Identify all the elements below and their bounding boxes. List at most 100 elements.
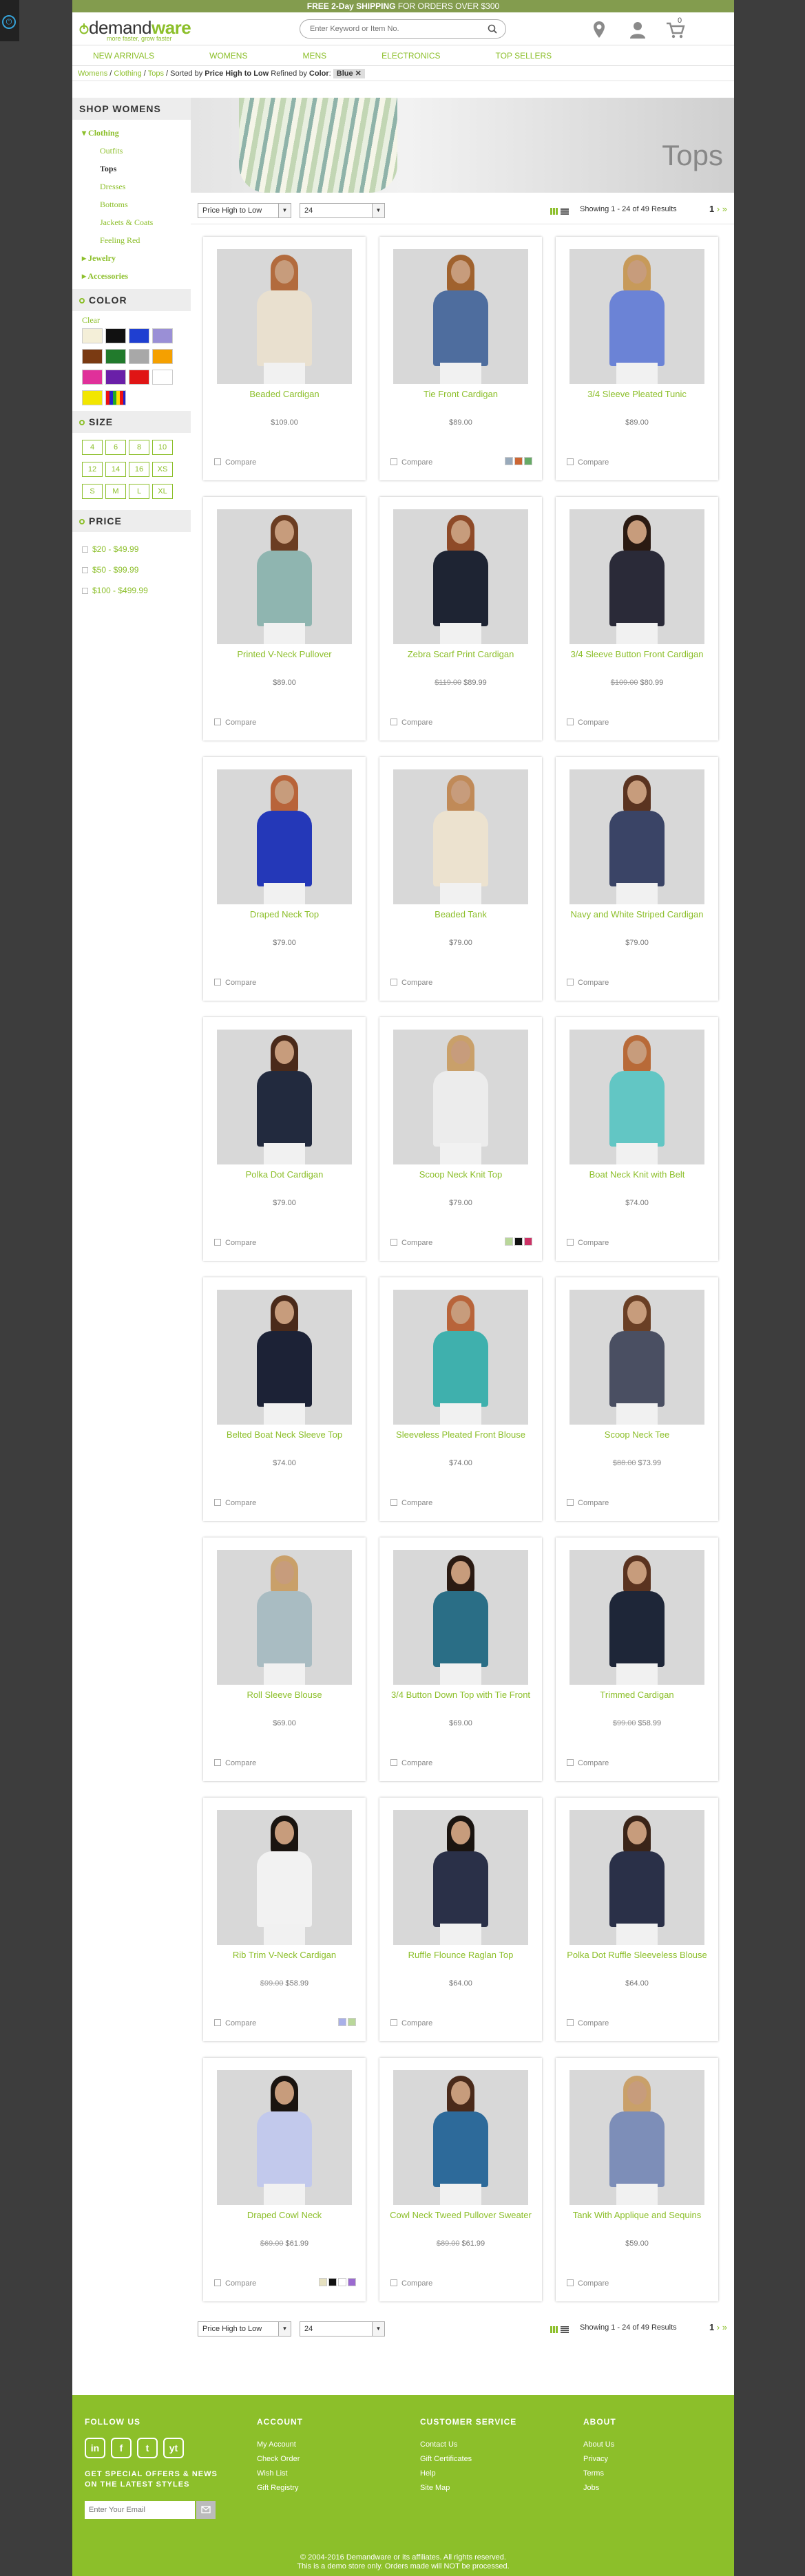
product-name[interactable]: Roll Sleeve Blouse xyxy=(210,1689,359,1701)
size-filter[interactable]: 10 xyxy=(152,440,173,455)
link-privacy[interactable]: Privacy xyxy=(583,2452,616,2467)
price-filter[interactable]: $50 - $99.99 xyxy=(82,560,191,580)
product-image[interactable] xyxy=(217,2070,352,2205)
color-swatch[interactable] xyxy=(129,349,149,364)
product-tile[interactable]: Navy and White Striped Cardigan $79.00 Com… xyxy=(556,757,718,1001)
page-size-select-bottom[interactable]: 24 ▼ xyxy=(300,2321,385,2337)
color-chip[interactable] xyxy=(524,1237,532,1246)
list-view-icon[interactable] xyxy=(561,208,569,215)
link-terms[interactable]: Terms xyxy=(583,2467,616,2481)
cat-dresses[interactable]: Dresses xyxy=(82,178,191,195)
price-filter[interactable]: $20 - $49.99 xyxy=(82,539,191,560)
product-tile[interactable]: Printed V-Neck Pullover $89.00 Compare xyxy=(203,497,366,741)
last-page-icon[interactable]: » xyxy=(722,2322,727,2332)
product-name[interactable]: Scoop Neck Knit Top xyxy=(386,1169,535,1180)
product-image[interactable] xyxy=(217,249,352,384)
product-name[interactable]: Scoop Neck Tee xyxy=(563,1429,711,1440)
color-chip[interactable] xyxy=(348,2278,356,2286)
crumb-tops[interactable]: Tops xyxy=(148,70,164,78)
color-chip[interactable] xyxy=(514,457,523,465)
product-tile[interactable]: Beaded Cardigan $109.00 Compare xyxy=(203,237,366,480)
product-name[interactable]: 3/4 Button Down Top with Tie Front xyxy=(386,1689,535,1701)
product-image[interactable] xyxy=(569,2070,704,2205)
color-chip[interactable] xyxy=(348,2018,356,2026)
color-swatch[interactable] xyxy=(105,370,126,385)
price-filter[interactable]: $100 - $499.99 xyxy=(82,580,191,601)
cat-feeling-red[interactable]: Feeling Red xyxy=(82,231,191,249)
cat-clothing[interactable]: ▾ Clothing xyxy=(82,124,191,142)
cat-tops[interactable]: Tops xyxy=(82,160,191,178)
product-image[interactable] xyxy=(393,509,528,644)
nav-womens[interactable]: WOMENS xyxy=(209,45,247,66)
facebook-icon[interactable]: f xyxy=(111,2438,132,2458)
color-chip[interactable] xyxy=(338,2278,346,2286)
color-swatch[interactable] xyxy=(82,370,103,385)
product-tile[interactable]: Draped Neck Top $79.00 Compare xyxy=(203,757,366,1001)
size-filter[interactable]: 6 xyxy=(105,440,126,455)
link-gift-registry[interactable]: Gift Registry xyxy=(257,2481,303,2495)
color-swatch[interactable] xyxy=(129,370,149,385)
account-icon[interactable] xyxy=(627,19,648,40)
product-tile[interactable]: Beaded Tank $79.00 Compare xyxy=(379,757,542,1001)
size-filter[interactable]: 12 xyxy=(82,462,103,477)
product-name[interactable]: Rib Trim V-Neck Cardigan xyxy=(210,1949,359,1961)
nav-electronics[interactable]: ELECTRONICS xyxy=(381,45,440,66)
product-image[interactable] xyxy=(393,1550,528,1685)
color-swatch[interactable] xyxy=(82,328,103,343)
compare-checkbox[interactable]: Compare xyxy=(390,2279,432,2288)
sort-select[interactable]: Price High to Low ▼ xyxy=(198,203,291,218)
product-tile[interactable]: Zebra Scarf Print Cardigan $119.00 $89.99 C… xyxy=(379,497,542,741)
product-image[interactable] xyxy=(217,769,352,904)
product-name[interactable]: Tank With Applique and Sequins xyxy=(563,2209,711,2221)
product-name[interactable]: Printed V-Neck Pullover xyxy=(210,648,359,660)
product-name[interactable]: Draped Cowl Neck xyxy=(210,2209,359,2221)
product-name[interactable]: Beaded Tank xyxy=(386,908,535,920)
crumb-clothing[interactable]: Clothing xyxy=(114,70,141,78)
color-swatch[interactable] xyxy=(152,328,173,343)
link-help[interactable]: Help xyxy=(420,2467,516,2481)
product-tile[interactable]: Rib Trim V-Neck Cardigan $99.00 $58.99 Comp… xyxy=(203,1798,366,2041)
compare-checkbox[interactable]: Compare xyxy=(214,458,256,467)
compare-checkbox[interactable]: Compare xyxy=(567,1239,609,1247)
product-image[interactable] xyxy=(393,1030,528,1164)
page-size-select[interactable]: 24 ▼ xyxy=(300,203,385,218)
product-image[interactable] xyxy=(217,1030,352,1164)
size-filter[interactable]: XL xyxy=(152,484,173,499)
linkedin-icon[interactable]: in xyxy=(85,2438,105,2458)
product-image[interactable] xyxy=(569,509,704,644)
product-image[interactable] xyxy=(393,1810,528,1945)
product-image[interactable] xyxy=(393,1290,528,1425)
product-image[interactable] xyxy=(569,1030,704,1164)
crumb-womens[interactable]: Womens xyxy=(78,70,107,78)
compare-checkbox[interactable]: Compare xyxy=(214,718,256,727)
nav-new-arrivals[interactable]: NEW ARRIVALS xyxy=(93,45,154,66)
compare-checkbox[interactable]: Compare xyxy=(390,1499,432,1507)
next-page-icon[interactable]: › xyxy=(717,2322,720,2332)
color-swatch[interactable] xyxy=(105,349,126,364)
product-tile[interactable]: Tie Front Cardigan $89.00 Compare xyxy=(379,237,542,480)
cat-jackets-coats[interactable]: Jackets & Coats xyxy=(82,213,191,231)
color-chip[interactable] xyxy=(524,457,532,465)
product-tile[interactable]: 3/4 Sleeve Pleated Tunic $89.00 Compare xyxy=(556,237,718,480)
product-image[interactable] xyxy=(217,509,352,644)
color-swatch[interactable] xyxy=(105,390,126,405)
color-chip[interactable] xyxy=(505,457,513,465)
power-icon[interactable]: ⏻ xyxy=(2,15,16,29)
size-filter[interactable]: S xyxy=(82,484,103,499)
product-name[interactable]: 3/4 Sleeve Button Front Cardigan xyxy=(563,648,711,660)
checkbox[interactable] xyxy=(82,588,88,594)
compare-checkbox[interactable]: Compare xyxy=(567,718,609,727)
product-name[interactable]: Tie Front Cardigan xyxy=(386,388,535,400)
product-name[interactable]: Zebra Scarf Print Cardigan xyxy=(386,648,535,660)
search-input[interactable] xyxy=(310,20,489,38)
compare-checkbox[interactable]: Compare xyxy=(214,1239,256,1247)
product-tile[interactable]: Belted Boat Neck Sleeve Top $74.00 Compare xyxy=(203,1277,366,1521)
product-tile[interactable]: Tank With Applique and Sequins $59.00 Comp… xyxy=(556,2058,718,2301)
next-page-icon[interactable]: › xyxy=(717,204,720,214)
cat-accessories[interactable]: ▸ Accessories xyxy=(82,267,191,285)
checkbox[interactable] xyxy=(82,546,88,553)
link-site-map[interactable]: Site Map xyxy=(420,2481,516,2495)
cat-outfits[interactable]: Outfits xyxy=(82,142,191,160)
size-filter[interactable]: 16 xyxy=(129,462,149,477)
product-name[interactable]: Polka Dot Ruffle Sleeveless Blouse xyxy=(563,1949,711,1961)
